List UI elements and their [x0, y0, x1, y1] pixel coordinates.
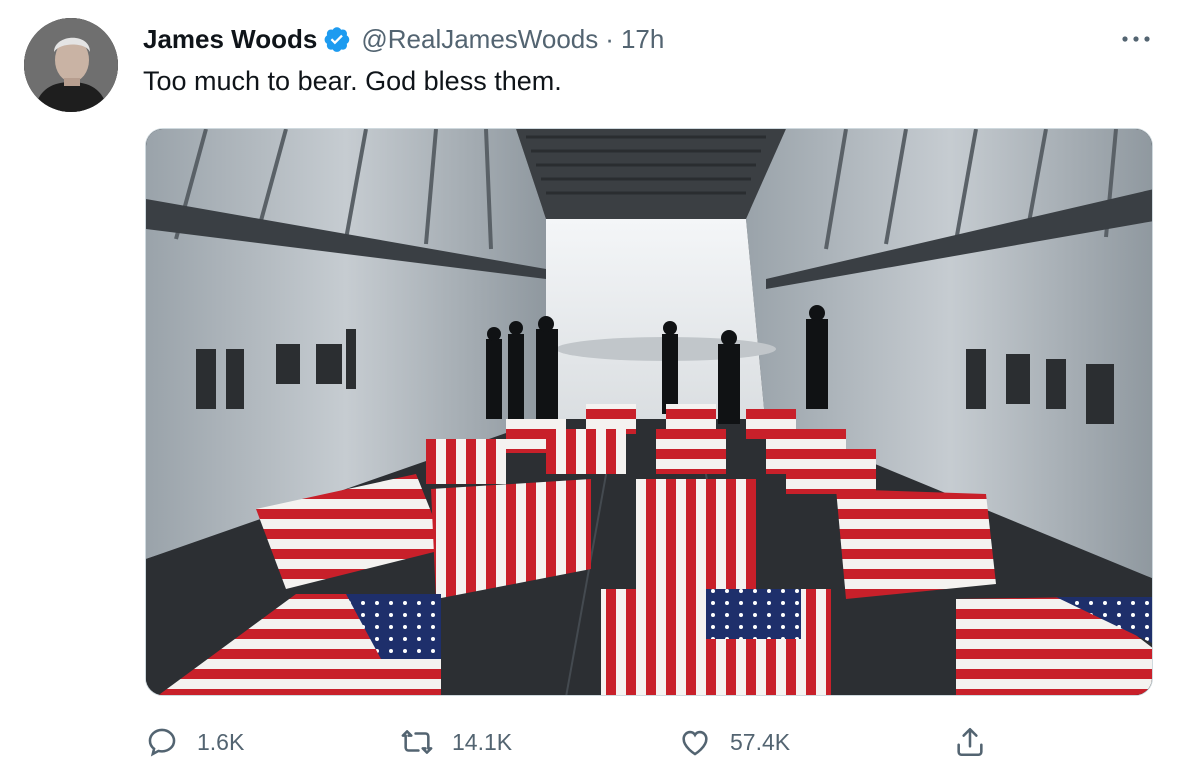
- retweet-count: 14.1K: [452, 728, 513, 755]
- author-handle[interactable]: @RealJamesWoods: [361, 24, 598, 55]
- author-name[interactable]: James Woods: [143, 24, 317, 55]
- share-icon: [957, 727, 983, 757]
- retweet-icon: [401, 730, 433, 754]
- share-button[interactable]: [953, 722, 987, 762]
- reply-icon: [148, 728, 176, 757]
- verified-badge-icon: [323, 25, 351, 53]
- reply-button[interactable]: 1.6K: [145, 722, 244, 762]
- separator-dot: ·: [605, 23, 614, 54]
- avatar-image: [24, 18, 118, 112]
- tweet-text: Too much to bear. God bless them.: [143, 66, 562, 96]
- reply-count: 1.6K: [197, 728, 245, 755]
- like-count: 57.4K: [730, 728, 791, 755]
- photo-image: [146, 129, 1152, 695]
- more-dots-icon: [1122, 36, 1150, 42]
- like-button[interactable]: 57.4K: [678, 722, 790, 762]
- tweet-header: James Woods @RealJamesWoods · 17h: [143, 22, 664, 56]
- heart-icon: [682, 730, 708, 756]
- retweet-button[interactable]: 14.1K: [400, 722, 512, 762]
- tweet-timestamp[interactable]: 17h: [621, 24, 664, 55]
- avatar[interactable]: [24, 18, 118, 112]
- more-options-button[interactable]: [1118, 22, 1154, 56]
- tweet-photo[interactable]: [145, 128, 1153, 696]
- tweet-actions-bar: 1.6K 14.1K 57.4K: [0, 722, 1178, 766]
